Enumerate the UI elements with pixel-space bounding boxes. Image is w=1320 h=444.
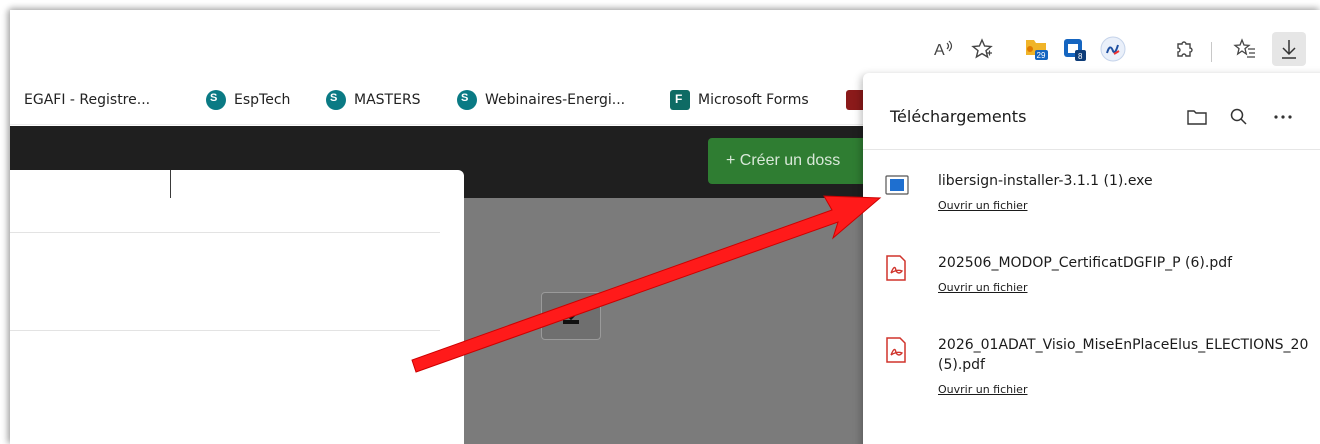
open-folder-icon[interactable] (1185, 105, 1209, 129)
pdf-file-icon (885, 255, 909, 281)
favorite-star-icon[interactable] (967, 34, 997, 64)
exe-file-icon (885, 173, 909, 199)
extension-signature-icon[interactable] (1098, 34, 1128, 64)
sharepoint-icon (206, 90, 226, 110)
panel-divider (863, 149, 1320, 150)
forms-icon (670, 90, 690, 110)
bookmark-label: Webinaires-Energi... (485, 92, 626, 108)
card-divider (170, 170, 171, 198)
create-folder-button[interactable]: + Créer un doss (708, 138, 878, 184)
extensions-puzzle-icon[interactable] (1169, 34, 1199, 64)
bookmark-egafi[interactable]: EGAFI - Registre... (24, 88, 150, 112)
bookmark-microsoft-forms[interactable]: Microsoft Forms (670, 88, 809, 112)
pdf-file-icon (885, 337, 909, 363)
browser-window: A 29 8 EGAFI - Registre... Es (10, 10, 1320, 444)
card-divider (10, 232, 440, 233)
bookmark-esptech[interactable]: EspTech (206, 88, 290, 112)
content-card (10, 170, 464, 444)
more-options-icon[interactable] (1271, 105, 1295, 129)
sharepoint-icon (457, 90, 477, 110)
svg-text:A: A (934, 42, 945, 59)
download-file-button[interactable] (541, 292, 601, 340)
favorites-list-icon[interactable] (1230, 34, 1260, 64)
browser-toolbar: A 29 8 (10, 10, 1320, 68)
download-file-name: libersign-installer-3.1.1 (1).exe (938, 173, 1153, 189)
read-aloud-icon[interactable]: A (929, 34, 959, 64)
download-icon (563, 308, 579, 324)
svg-text:8: 8 (1078, 52, 1083, 61)
downloads-title: Téléchargements (890, 107, 1027, 126)
extension-calendar-icon[interactable]: 8 (1059, 34, 1089, 64)
open-file-link[interactable]: Ouvrir un fichier (938, 281, 1027, 294)
download-file-name: 202506_MODOP_CertificatDGFIP_P (6).pdf (938, 255, 1233, 271)
open-file-link[interactable]: Ouvrir un fichier (938, 383, 1027, 396)
download-file-name-continued: (5).pdf (938, 357, 985, 373)
bookmark-label: EGAFI - Registre... (24, 92, 151, 108)
toolbar-separator (1211, 42, 1212, 62)
download-file-name: 2026_01ADAT_Visio_MiseEnPlaceElus_ELECTI… (938, 337, 1309, 353)
bookmark-label: MASTERS (354, 92, 421, 108)
card-divider (10, 330, 440, 331)
open-file-link[interactable]: Ouvrir un fichier (938, 199, 1027, 212)
bookmark-webinaires[interactable]: Webinaires-Energi... (457, 88, 625, 112)
search-icon[interactable] (1227, 105, 1251, 129)
svg-text:29: 29 (1037, 51, 1046, 60)
create-folder-label: + Créer un doss (726, 152, 841, 169)
bookmark-masters[interactable]: MASTERS (326, 88, 421, 112)
bookmark-label: Microsoft Forms (698, 92, 809, 108)
downloads-icon[interactable] (1272, 32, 1306, 66)
sharepoint-icon (326, 90, 346, 110)
bookmark-label: EspTech (234, 92, 291, 108)
extension-rss-icon[interactable]: 29 (1021, 34, 1051, 64)
downloads-panel: Téléchargements libersign-installer-3.1.… (863, 73, 1320, 444)
